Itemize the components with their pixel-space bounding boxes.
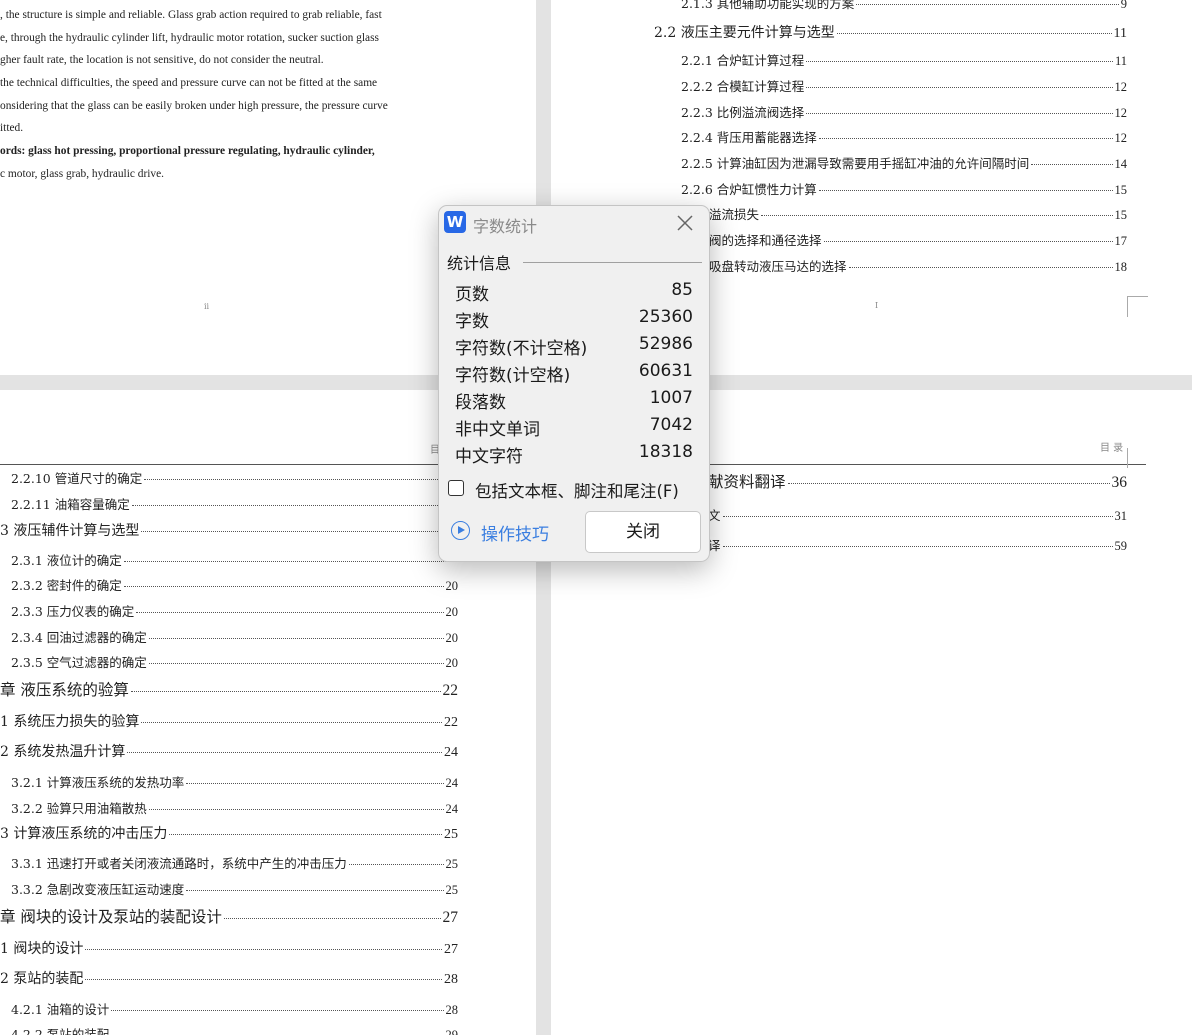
- toc-entry[interactable]: 2.2.6 合炉缸惯性力计算 15: [681, 179, 1127, 198]
- toc-entry[interactable]: 3.2.1 计算液压系统的发热功率 24: [11, 772, 458, 791]
- stat-row-chars-with-spaces: 字符数(计空格) 60631: [455, 361, 693, 388]
- toc-entry[interactable]: 1 系统压力损失的验算 22: [0, 711, 458, 731]
- dialog-title: 字数统计: [473, 217, 538, 236]
- abstract-line: gher fault rate, the location is not sen…: [0, 54, 324, 66]
- abstract-line: e, through the hydraulic cylinder lift, …: [0, 32, 379, 44]
- stat-label: 非中文单词: [455, 420, 540, 440]
- stat-row-chars-no-spaces: 字符数(不计空格) 52986: [455, 334, 693, 361]
- stat-value: 85: [671, 280, 693, 300]
- toc-chapter[interactable]: 章 阀块的设计及泵站的装配设计 27: [0, 905, 458, 927]
- toc-entry[interactable]: 2.3.5 空气过滤器的确定 20: [11, 652, 458, 671]
- toc-entry[interactable]: 4.2.2 泵站的装配 29: [11, 1024, 458, 1035]
- stat-row-words: 字数 25360: [455, 307, 693, 334]
- stat-label: 字数: [455, 312, 489, 332]
- toc-entry[interactable]: 3 计算液压系统的冲击压力 25: [0, 823, 458, 843]
- abstract-line: , the structure is simple and reliable. …: [0, 9, 382, 21]
- toc-entry[interactable]: 文 31: [708, 505, 1127, 524]
- toc-entry[interactable]: 2.2.1 合炉缸计算过程 11: [681, 50, 1127, 69]
- toc-entry[interactable]: 阀的选择和通径选择 17: [709, 230, 1127, 249]
- toc-entry[interactable]: 3.3.2 急剧改变液压缸运动速度 25: [11, 879, 458, 898]
- abstract-line: the technical difficulties, the speed an…: [0, 77, 378, 89]
- toc-entry[interactable]: 4.2.1 油箱的设计 28: [11, 999, 458, 1018]
- toc-entry[interactable]: 2.2 液压主要元件计算与选型 11: [654, 22, 1127, 42]
- stat-label: 页数: [455, 285, 489, 305]
- toc-entry[interactable]: 2.3.3 压力仪表的确定 20: [11, 601, 458, 620]
- toc-entry[interactable]: 1 阀块的设计 27: [0, 938, 458, 958]
- tips-label[interactable]: 操作技巧: [481, 520, 549, 545]
- stat-label: 字符数(计空格): [455, 366, 571, 386]
- toc-entry[interactable]: 2.2.5 计算油缸因为泄漏导致需要用手摇缸冲油的允许间隔时间 14: [681, 153, 1127, 172]
- toc-entry[interactable]: 2.1.3 其他辅助功能实现的方案 9: [681, 0, 1127, 12]
- checkbox-box[interactable]: [448, 480, 464, 496]
- toc-entry[interactable]: 2.2.10 管道尺寸的确定: [11, 468, 458, 487]
- checkbox-label[interactable]: 包括文本框、脚注和尾注(F): [475, 478, 679, 502]
- wps-logo-icon: W: [444, 211, 466, 233]
- stat-row-pages: 页数 85: [455, 280, 693, 307]
- page-number: I: [875, 301, 879, 310]
- play-icon[interactable]: [451, 521, 470, 540]
- stat-value: 52986: [638, 334, 693, 354]
- stat-label: 字符数(不计空格): [455, 339, 588, 359]
- keywords-line: ords: glass hot pressing, proportional p…: [0, 145, 375, 157]
- page-header: 目 录: [1100, 443, 1124, 454]
- stat-value: 25360: [638, 307, 693, 327]
- toc-entry[interactable]: 2.2.4 背压用蓄能器选择 12: [681, 127, 1127, 146]
- stat-row-non-chinese-words: 非中文单词 7042: [455, 415, 693, 442]
- toc-entry[interactable]: 2 泵站的装配 28: [0, 968, 458, 988]
- section-heading: 统计信息: [447, 254, 512, 273]
- toc-entry[interactable]: 吸盘转动液压马达的选择 18: [709, 256, 1127, 275]
- keywords-line: c motor, glass grab, hydraulic drive.: [0, 168, 165, 180]
- word-count-dialog: W 字数统计 统计信息 页数 85 字数 25360 字符数(不计空格) 529…: [438, 205, 710, 562]
- toc-entry[interactable]: 2.3.1 液位计的确定: [11, 550, 458, 569]
- toc-entry[interactable]: 译 59: [708, 535, 1127, 554]
- toc-entry[interactable]: 3 液压辅件计算与选型: [0, 520, 458, 540]
- section-divider: [523, 262, 702, 263]
- toc-entry[interactable]: 溢流损失 15: [709, 204, 1127, 223]
- stat-row-paragraphs: 段落数 1007: [455, 388, 693, 415]
- toc-entry[interactable]: 3.2.2 验算只用油箱散热 24: [11, 798, 458, 817]
- stat-label: 中文字符: [455, 447, 523, 467]
- toc-entry[interactable]: 2 系统发热温升计算 24: [0, 741, 458, 761]
- stat-row-chinese-chars: 中文字符 18318: [455, 442, 693, 469]
- abstract-line: onsidering that the glass can be easily …: [0, 100, 388, 112]
- toc-entry[interactable]: 2.2.2 合模缸计算过程 12: [681, 76, 1127, 95]
- stat-value: 1007: [649, 388, 693, 408]
- toc-entry[interactable]: 2.3.2 密封件的确定 20: [11, 575, 458, 594]
- toc-chapter[interactable]: 献资料翻译 36: [708, 470, 1127, 492]
- page-number: ii: [204, 302, 210, 311]
- toc-chapter[interactable]: 章 液压系统的验算 22: [0, 678, 458, 700]
- close-button[interactable]: 关闭: [585, 511, 701, 553]
- stat-value: 18318: [638, 442, 693, 462]
- abstract-line: itted.: [0, 122, 24, 134]
- page-corner-mark: [1127, 296, 1148, 317]
- stat-value: 60631: [638, 361, 693, 381]
- toc-entry[interactable]: 3.3.1 迅速打开或者关闭液流通路时，系统中产生的冲击压力 25: [11, 853, 458, 872]
- stat-label: 段落数: [455, 393, 506, 413]
- toc-entry[interactable]: 2.2.3 比例溢流阀选择 12: [681, 102, 1127, 121]
- page-corner-mark: [1127, 448, 1128, 468]
- close-icon[interactable]: [673, 211, 697, 235]
- stat-value: 7042: [649, 415, 693, 435]
- toc-entry[interactable]: 2.2.11 油箱容量确定: [11, 494, 458, 513]
- toc-entry[interactable]: 2.3.4 回油过滤器的确定 20: [11, 627, 458, 646]
